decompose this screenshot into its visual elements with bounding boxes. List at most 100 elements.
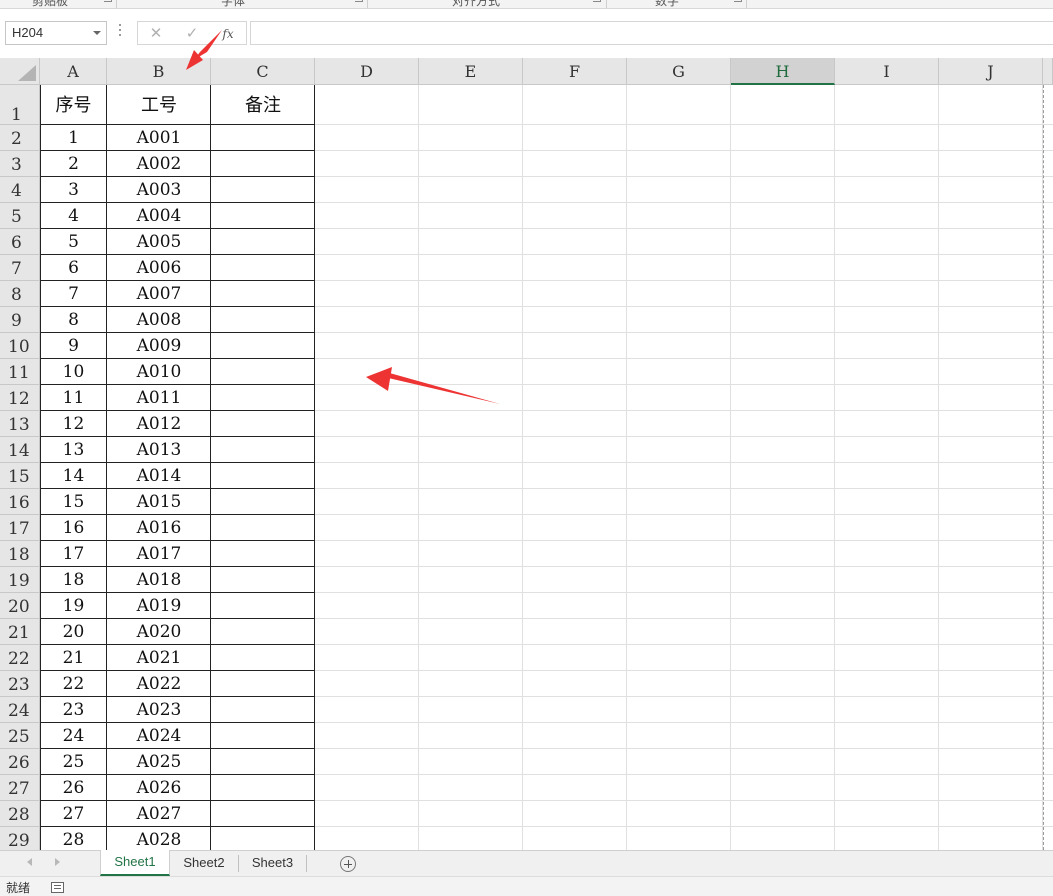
table-cell[interactable]: 22: [40, 671, 107, 697]
table-cell[interactable]: A018: [107, 567, 211, 593]
table-cell[interactable]: A009: [107, 333, 211, 359]
column-header-f[interactable]: F: [523, 58, 627, 85]
table-cell[interactable]: 18: [40, 567, 107, 593]
table-cell[interactable]: A011: [107, 385, 211, 411]
table-cell[interactable]: 11: [40, 385, 107, 411]
row-header-14[interactable]: 14: [0, 437, 40, 463]
table-cell[interactable]: 23: [40, 697, 107, 723]
chevron-down-icon[interactable]: [93, 31, 101, 35]
table-cell[interactable]: [211, 177, 315, 203]
table-cell[interactable]: 6: [40, 255, 107, 281]
add-sheet-icon[interactable]: [340, 856, 356, 872]
row-header-24[interactable]: 24: [0, 697, 40, 723]
table-cell[interactable]: A006: [107, 255, 211, 281]
table-cell[interactable]: [211, 749, 315, 775]
check-icon[interactable]: ✓: [182, 24, 202, 44]
column-header-a[interactable]: A: [40, 58, 107, 85]
table-cell[interactable]: A023: [107, 697, 211, 723]
table-cell[interactable]: 9: [40, 333, 107, 359]
row-header-13[interactable]: 13: [0, 411, 40, 437]
table-header-cell[interactable]: 序号: [40, 85, 107, 125]
table-cell[interactable]: A001: [107, 125, 211, 151]
table-cell[interactable]: A025: [107, 749, 211, 775]
table-cell[interactable]: 2: [40, 151, 107, 177]
table-cell[interactable]: A008: [107, 307, 211, 333]
chevron-right-icon[interactable]: [55, 858, 60, 866]
row-header-28[interactable]: 28: [0, 801, 40, 827]
row-header-11[interactable]: 11: [0, 359, 40, 385]
table-cell[interactable]: A020: [107, 619, 211, 645]
dialog-launcher-icon[interactable]: [593, 0, 601, 2]
table-cell[interactable]: A017: [107, 541, 211, 567]
table-cell[interactable]: [211, 255, 315, 281]
table-cell[interactable]: [211, 723, 315, 749]
row-header-7[interactable]: 7: [0, 255, 40, 281]
row-header-26[interactable]: 26: [0, 749, 40, 775]
table-cell[interactable]: [211, 593, 315, 619]
dialog-launcher-icon[interactable]: [734, 0, 742, 2]
row-header-29[interactable]: 29: [0, 827, 40, 850]
table-cell[interactable]: 20: [40, 619, 107, 645]
close-icon[interactable]: ✕: [146, 24, 166, 44]
table-cell[interactable]: 21: [40, 645, 107, 671]
table-cell[interactable]: [211, 489, 315, 515]
table-cell[interactable]: A013: [107, 437, 211, 463]
table-cell[interactable]: 1: [40, 125, 107, 151]
row-header-1[interactable]: 1: [0, 85, 40, 125]
table-cell[interactable]: 8: [40, 307, 107, 333]
column-header-h[interactable]: H: [731, 58, 835, 85]
table-cell[interactable]: 26: [40, 775, 107, 801]
table-cell[interactable]: 10: [40, 359, 107, 385]
table-cell[interactable]: 15: [40, 489, 107, 515]
table-cell[interactable]: A015: [107, 489, 211, 515]
row-header-22[interactable]: 22: [0, 645, 40, 671]
table-cell[interactable]: 27: [40, 801, 107, 827]
row-header-16[interactable]: 16: [0, 489, 40, 515]
table-cell[interactable]: 13: [40, 437, 107, 463]
row-header-2[interactable]: 2: [0, 125, 40, 151]
insert-function-icon[interactable]: fx: [218, 24, 238, 44]
table-cell[interactable]: [211, 567, 315, 593]
column-header-c[interactable]: C: [211, 58, 315, 85]
table-cell[interactable]: A028: [107, 827, 211, 850]
table-cell[interactable]: [211, 203, 315, 229]
column-header-j[interactable]: J: [939, 58, 1043, 85]
table-cell[interactable]: [211, 463, 315, 489]
table-cell[interactable]: 24: [40, 723, 107, 749]
worksheet-grid[interactable]: A B C D E F G H I J 1 2 3 4 5 6 7 8 9 10 11 12 13 14 15 16 17 18 19 2…: [0, 58, 1053, 850]
table-cell[interactable]: 28: [40, 827, 107, 850]
row-header-15[interactable]: 15: [0, 463, 40, 489]
table-cell[interactable]: A002: [107, 151, 211, 177]
column-header-e[interactable]: E: [419, 58, 523, 85]
table-cell[interactable]: [211, 619, 315, 645]
row-header-23[interactable]: 23: [0, 671, 40, 697]
drag-handle-icon[interactable]: [118, 24, 122, 38]
row-header-12[interactable]: 12: [0, 385, 40, 411]
table-cell[interactable]: [211, 229, 315, 255]
table-cell[interactable]: A003: [107, 177, 211, 203]
table-cell[interactable]: A024: [107, 723, 211, 749]
table-cell[interactable]: 16: [40, 515, 107, 541]
table-cell[interactable]: [211, 697, 315, 723]
table-cell[interactable]: 12: [40, 411, 107, 437]
table-cell[interactable]: A010: [107, 359, 211, 385]
column-header-d[interactable]: D: [315, 58, 419, 85]
select-all-button[interactable]: [0, 58, 40, 85]
table-cell[interactable]: [211, 359, 315, 385]
table-cell[interactable]: A014: [107, 463, 211, 489]
macro-record-icon[interactable]: [51, 882, 64, 893]
row-header-21[interactable]: 21: [0, 619, 40, 645]
table-cell[interactable]: A019: [107, 593, 211, 619]
table-cell[interactable]: 14: [40, 463, 107, 489]
table-cell[interactable]: A012: [107, 411, 211, 437]
table-cell[interactable]: [211, 801, 315, 827]
row-header-27[interactable]: 27: [0, 775, 40, 801]
row-header-19[interactable]: 19: [0, 567, 40, 593]
sheet-tab-sheet3[interactable]: Sheet3: [239, 851, 306, 875]
table-cell[interactable]: [211, 827, 315, 850]
sheet-tab-sheet2[interactable]: Sheet2: [170, 851, 238, 875]
table-cell[interactable]: [211, 775, 315, 801]
table-cell[interactable]: [211, 125, 315, 151]
table-cell[interactable]: [211, 411, 315, 437]
column-header-g[interactable]: G: [627, 58, 731, 85]
